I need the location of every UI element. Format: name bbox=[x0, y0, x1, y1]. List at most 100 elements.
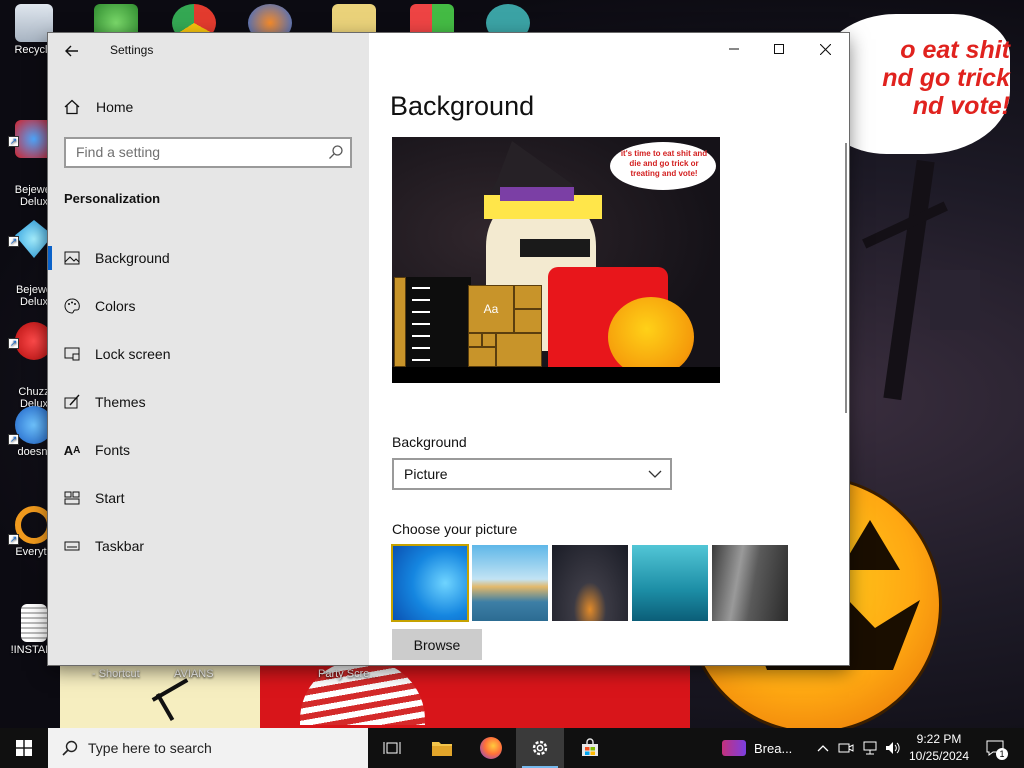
picture-thumbnail-beach-rocks[interactable] bbox=[472, 545, 548, 621]
picture-thumbnail-rock-cliff[interactable] bbox=[712, 545, 788, 621]
palette-icon bbox=[63, 297, 81, 315]
section-heading: Personalization bbox=[64, 191, 161, 206]
background-type-label: Background bbox=[392, 434, 467, 450]
nav-item-label: Lock screen bbox=[95, 346, 171, 362]
picture-thumbnail-night-sky[interactable] bbox=[552, 545, 628, 621]
clock-time: 9:22 PM bbox=[916, 732, 962, 746]
picture-thumbnail-underwater-swimmer[interactable] bbox=[632, 545, 708, 621]
notification-count-badge: 1 bbox=[996, 748, 1008, 760]
meet-now-button[interactable] bbox=[837, 739, 855, 757]
firefox-icon bbox=[480, 737, 502, 759]
preview-tile bbox=[468, 347, 496, 367]
task-view-icon bbox=[383, 742, 401, 754]
clock[interactable]: 9:22 PM 10/25/2024 bbox=[908, 731, 970, 765]
picture-thumbnail-windows-blue[interactable] bbox=[391, 544, 469, 622]
minimize-button[interactable] bbox=[711, 35, 757, 63]
themes-icon bbox=[63, 393, 81, 411]
nav-item-taskbar[interactable]: Taskbar bbox=[48, 526, 369, 566]
preview-menu-line bbox=[412, 347, 430, 349]
file-explorer-button[interactable] bbox=[418, 728, 466, 768]
window-title: Settings bbox=[110, 43, 154, 57]
maximize-button[interactable] bbox=[756, 35, 802, 63]
picture-icon bbox=[63, 249, 81, 267]
chevron-down-icon bbox=[648, 470, 662, 478]
close-button[interactable] bbox=[802, 35, 848, 63]
taskbar-search-box[interactable]: Type here to search bbox=[48, 728, 368, 768]
network-button[interactable] bbox=[861, 739, 879, 757]
preview-menu-line bbox=[412, 323, 430, 325]
running-app-icon bbox=[722, 740, 746, 756]
preview-menu-line bbox=[412, 335, 430, 337]
search-icon[interactable] bbox=[328, 144, 344, 160]
wallpaper-tree bbox=[883, 159, 935, 401]
preview-bubble-text: it's time to eat shit and die and go tri… bbox=[620, 149, 708, 178]
preview-menu-line bbox=[412, 359, 430, 361]
settings-window: Settings Home Personalization Background… bbox=[48, 33, 849, 665]
preview-taskbar bbox=[392, 367, 720, 383]
nav-item-lock-screen[interactable]: Lock screen bbox=[48, 334, 369, 374]
nav-item-start[interactable]: Start bbox=[48, 478, 369, 518]
nav-item-label: Colors bbox=[95, 298, 136, 314]
running-app-label: Brea... bbox=[754, 740, 793, 756]
shortcut-arrow-icon: ↗ bbox=[8, 136, 19, 147]
preview-font-tile: Aa bbox=[468, 285, 514, 333]
windows-logo-icon bbox=[16, 740, 32, 756]
preview-menu-line bbox=[412, 287, 430, 289]
preview-tile bbox=[468, 333, 482, 347]
background-preview: it's time to eat shit and die and go tri… bbox=[392, 137, 720, 383]
preview-tile bbox=[482, 333, 496, 347]
start-button[interactable] bbox=[0, 728, 48, 768]
nav-item-themes[interactable]: Themes bbox=[48, 382, 369, 422]
shortcut-arrow-icon: ↗ bbox=[8, 434, 19, 445]
taskbar-icon bbox=[63, 537, 81, 555]
speaker-icon bbox=[886, 742, 900, 754]
folder-icon bbox=[432, 742, 452, 756]
store-icon bbox=[582, 738, 598, 756]
background-type-dropdown[interactable]: Picture bbox=[392, 458, 672, 490]
desktop-icon-label[interactable]: - Shortcut bbox=[92, 668, 140, 680]
page-title: Background bbox=[390, 91, 535, 121]
start-icon bbox=[63, 489, 81, 507]
shortcut-arrow-icon: ↗ bbox=[8, 534, 19, 545]
nav-item-label: Themes bbox=[95, 394, 146, 410]
volume-button[interactable] bbox=[884, 739, 902, 757]
chevron-up-icon bbox=[817, 745, 829, 752]
install-file-icon bbox=[21, 604, 47, 642]
browse-button[interactable]: Browse bbox=[392, 629, 482, 660]
search-icon bbox=[62, 740, 78, 756]
nav-item-colors[interactable]: Colors bbox=[48, 286, 369, 326]
nav-item-label: Start bbox=[95, 490, 125, 506]
find-setting-box[interactable] bbox=[64, 137, 352, 168]
desktop-icon-label[interactable]: Party Scre... bbox=[318, 668, 379, 680]
back-button[interactable] bbox=[58, 37, 86, 65]
background-type-value: Picture bbox=[404, 466, 448, 482]
wallpaper-text: o eat shit nd go trick nd vote! bbox=[882, 36, 1010, 120]
nav-item-label: Fonts bbox=[95, 442, 131, 458]
desktop-icon-label: Bejewe Delux bbox=[15, 284, 53, 308]
preview-tile bbox=[514, 309, 542, 333]
desktop-icon-label[interactable]: AVIANS bbox=[174, 668, 214, 680]
network-icon bbox=[863, 741, 877, 755]
store-button[interactable] bbox=[566, 728, 614, 768]
shortcut-arrow-icon: ↗ bbox=[8, 236, 19, 247]
find-setting-input[interactable] bbox=[76, 144, 326, 160]
shortcut-arrow-icon: ↗ bbox=[8, 338, 19, 349]
task-view-button[interactable] bbox=[368, 728, 416, 768]
nav-item-fonts[interactable]: AA Fonts bbox=[48, 430, 369, 470]
maximize-icon bbox=[774, 44, 784, 54]
running-app-button[interactable]: Brea... bbox=[710, 728, 806, 768]
settings-nav-pane: Settings Home Personalization Background… bbox=[48, 33, 369, 665]
preview-sunglasses bbox=[520, 239, 590, 257]
nav-item-background[interactable]: Background bbox=[48, 238, 369, 278]
settings-taskbar-button[interactable] bbox=[516, 728, 564, 768]
home-link[interactable]: Home bbox=[64, 95, 133, 119]
fonts-icon: AA bbox=[63, 442, 81, 458]
wallpaper-house bbox=[930, 270, 980, 330]
preview-menu-line bbox=[412, 299, 430, 301]
firefox-button[interactable] bbox=[467, 728, 515, 768]
action-center-button[interactable]: 1 bbox=[984, 738, 1008, 760]
preview-pumpkin bbox=[608, 297, 694, 377]
show-hidden-icons-button[interactable] bbox=[814, 739, 832, 757]
desktop-icon-label: doesnt bbox=[17, 446, 51, 458]
content-scrollbar[interactable] bbox=[845, 143, 847, 413]
